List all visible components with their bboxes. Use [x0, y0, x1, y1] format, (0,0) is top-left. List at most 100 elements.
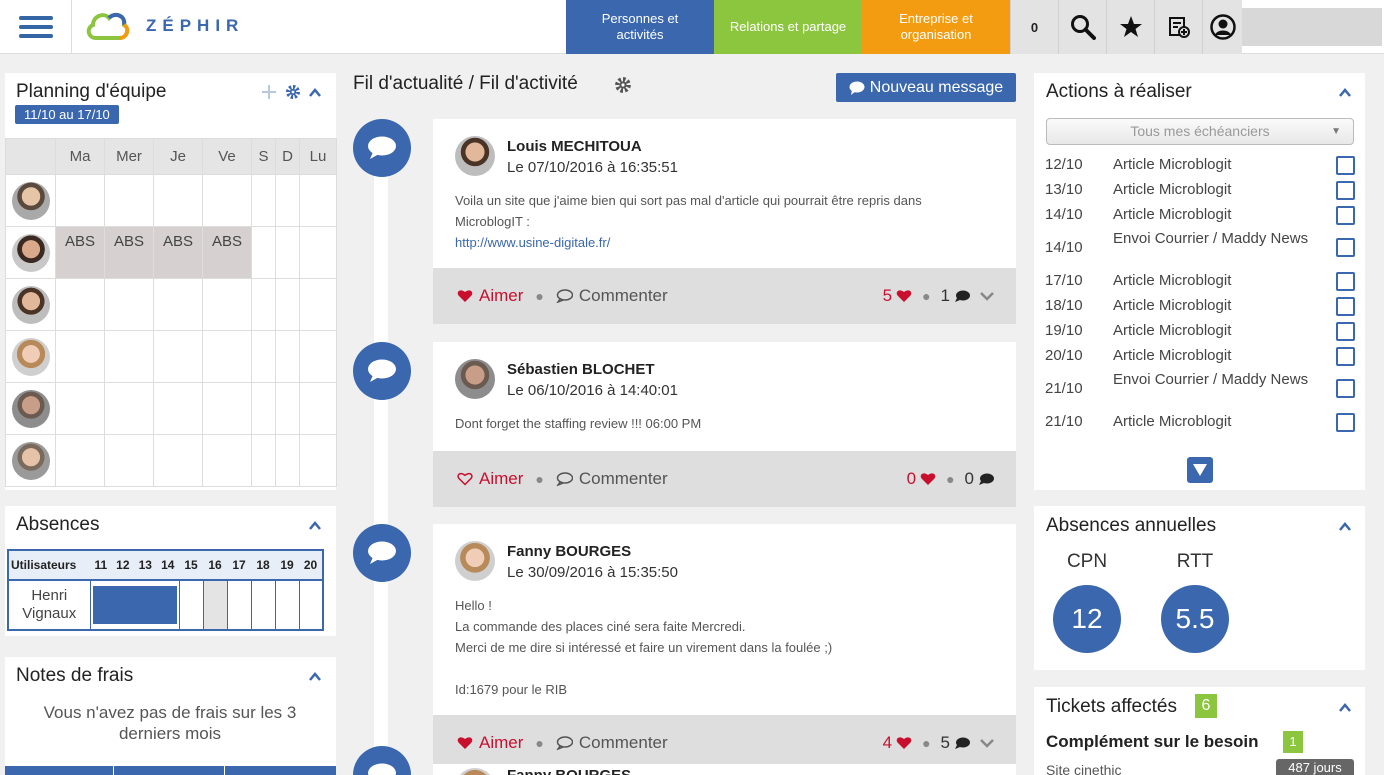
absence-bar[interactable]	[89, 580, 179, 630]
feed-post: Fanny BOURGES Le 30/09/2016 à 15:35:50 H…	[433, 524, 1016, 771]
collapse-planning-icon[interactable]	[309, 87, 321, 99]
comment-button[interactable]: Commenter	[556, 733, 668, 753]
planning-row	[5, 278, 337, 331]
chevron-down-icon[interactable]	[980, 291, 994, 301]
todo-item: 13/10 Article Microblogit	[1045, 181, 1355, 200]
planning-row: ABS ABS ABS ABS	[5, 226, 337, 279]
avatar[interactable]	[11, 181, 50, 220]
feed-gear-icon[interactable]	[614, 76, 632, 99]
tab-entreprise[interactable]: Entreprise et organisation	[862, 0, 1010, 54]
ticket-subtitle: Site cinethic	[1046, 762, 1122, 775]
day-header: 13	[134, 550, 157, 581]
planning-range[interactable]: 11/10 au 17/10	[15, 105, 119, 124]
avatar[interactable]	[11, 285, 50, 324]
ticket-item-badge: 1	[1283, 731, 1303, 753]
todo-checkbox[interactable]	[1336, 297, 1355, 316]
post-author[interactable]: Fanny BOURGES	[507, 543, 631, 560]
todo-item: 20/10 Article Microblogit	[1045, 347, 1355, 366]
comment-count: 5	[940, 733, 950, 752]
post-author[interactable]: Fanny BOURGES	[507, 767, 631, 775]
todo-checkbox[interactable]	[1336, 413, 1355, 432]
todo-item: 17/10 Article Microblogit	[1045, 272, 1355, 291]
gear-icon[interactable]	[285, 84, 301, 105]
collapse-actions-icon[interactable]	[1339, 87, 1351, 99]
avatar[interactable]	[11, 337, 50, 376]
brand-logo[interactable]: ZÉPHIR	[84, 8, 244, 44]
post-link[interactable]: http://www.usine-digitale.fr/	[455, 235, 610, 250]
day-header: 18	[251, 550, 275, 581]
like-button[interactable]: Aimer	[457, 469, 523, 489]
avatar[interactable]	[455, 768, 495, 775]
comment-icon	[556, 289, 573, 303]
todo-checkbox[interactable]	[1336, 379, 1355, 398]
tab-relations[interactable]: Relations et partage	[714, 0, 862, 54]
collapse-tickets-icon[interactable]	[1339, 702, 1351, 714]
tab-personnes[interactable]: Personnes et activités	[566, 0, 714, 54]
comment-button[interactable]: Commenter	[556, 469, 668, 489]
day-header: D	[275, 138, 300, 175]
day-header: 20	[299, 550, 323, 581]
avatar[interactable]	[455, 136, 495, 176]
planning-title: Planning d'équipe	[16, 81, 167, 102]
post-author[interactable]: Louis MECHITOUA	[507, 138, 642, 155]
todo-checkbox[interactable]	[1336, 347, 1355, 366]
move-icon[interactable]	[262, 85, 276, 99]
post-body: Dont forget the staffing review !!! 06:0…	[455, 416, 702, 431]
heart-outline-icon	[457, 472, 473, 486]
menu-icon[interactable]	[0, 0, 72, 54]
annual-title: Absences annuelles	[1046, 515, 1217, 536]
comment-icon	[556, 736, 573, 750]
ticket-age-badge: 487 jours	[1276, 759, 1354, 775]
notes-empty-text: Vous n'avez pas de frais sur les 3 derni…	[43, 703, 297, 743]
todo-checkbox[interactable]	[1336, 206, 1355, 225]
collapse-notes-icon[interactable]	[309, 671, 321, 683]
absence-cell[interactable]: ABS	[55, 226, 105, 279]
todo-checkbox[interactable]	[1336, 238, 1355, 257]
feed-title: Fil d'actualité / Fil d'activité	[353, 73, 578, 94]
absence-user[interactable]: Henri Vignaux	[8, 580, 90, 630]
todo-item: 14/10 Article Microblogit	[1045, 206, 1355, 225]
avatar[interactable]	[11, 233, 50, 272]
new-message-button[interactable]: Nouveau message	[836, 73, 1016, 102]
todo-item: 14/10 Envoi Courrier / Maddy News	[1045, 230, 1355, 266]
brand-name: ZÉPHIR	[146, 16, 245, 35]
day-header: 17	[227, 550, 251, 581]
day-header: 11	[90, 550, 112, 581]
collapse-annual-icon[interactable]	[1339, 521, 1351, 533]
planning-table: Ma Mer Je Ve S D Lu ABS ABS ABS ABS	[5, 138, 337, 487]
avatar[interactable]	[11, 441, 50, 480]
star-icon[interactable]	[1106, 0, 1154, 54]
ticket-title[interactable]: Complément sur le besoin	[1046, 732, 1259, 752]
like-button[interactable]: Aimer	[457, 733, 523, 753]
absence-cell[interactable]: ABS	[153, 226, 203, 279]
schedule-filter-select[interactable]: Tous mes échéanciers ▼	[1046, 118, 1354, 145]
cloud-logo-icon	[86, 12, 130, 40]
todo-checkbox[interactable]	[1336, 156, 1355, 175]
like-count: 4	[882, 733, 893, 752]
todo-item: 12/10 Article Microblogit	[1045, 156, 1355, 175]
user-icon[interactable]	[1202, 0, 1242, 54]
collapse-absences-icon[interactable]	[309, 520, 321, 532]
avatar[interactable]	[455, 541, 495, 581]
todo-checkbox[interactable]	[1336, 322, 1355, 341]
todo-item: 18/10 Article Microblogit	[1045, 297, 1355, 316]
search-icon[interactable]	[1058, 0, 1106, 54]
todo-checkbox[interactable]	[1336, 181, 1355, 200]
cpn-value: 12	[1053, 585, 1121, 653]
heart-icon	[896, 737, 912, 749]
avatar[interactable]	[455, 359, 495, 399]
comment-button[interactable]: Commenter	[556, 286, 668, 306]
absence-cell[interactable]: ABS	[202, 226, 252, 279]
user-menu[interactable]	[1242, 8, 1382, 46]
heart-icon	[896, 290, 912, 302]
todo-checkbox[interactable]	[1336, 272, 1355, 291]
notification-counter[interactable]: 0	[1010, 0, 1058, 54]
absence-cell[interactable]: ABS	[104, 226, 154, 279]
like-button[interactable]: Aimer	[457, 286, 523, 306]
avatar[interactable]	[11, 389, 50, 428]
chevron-down-icon[interactable]	[980, 738, 994, 748]
show-more-button[interactable]	[1187, 457, 1213, 483]
post-author[interactable]: Sébastien BLOCHET	[507, 361, 655, 378]
add-document-icon[interactable]	[1154, 0, 1202, 54]
like-count: 5	[882, 286, 893, 305]
